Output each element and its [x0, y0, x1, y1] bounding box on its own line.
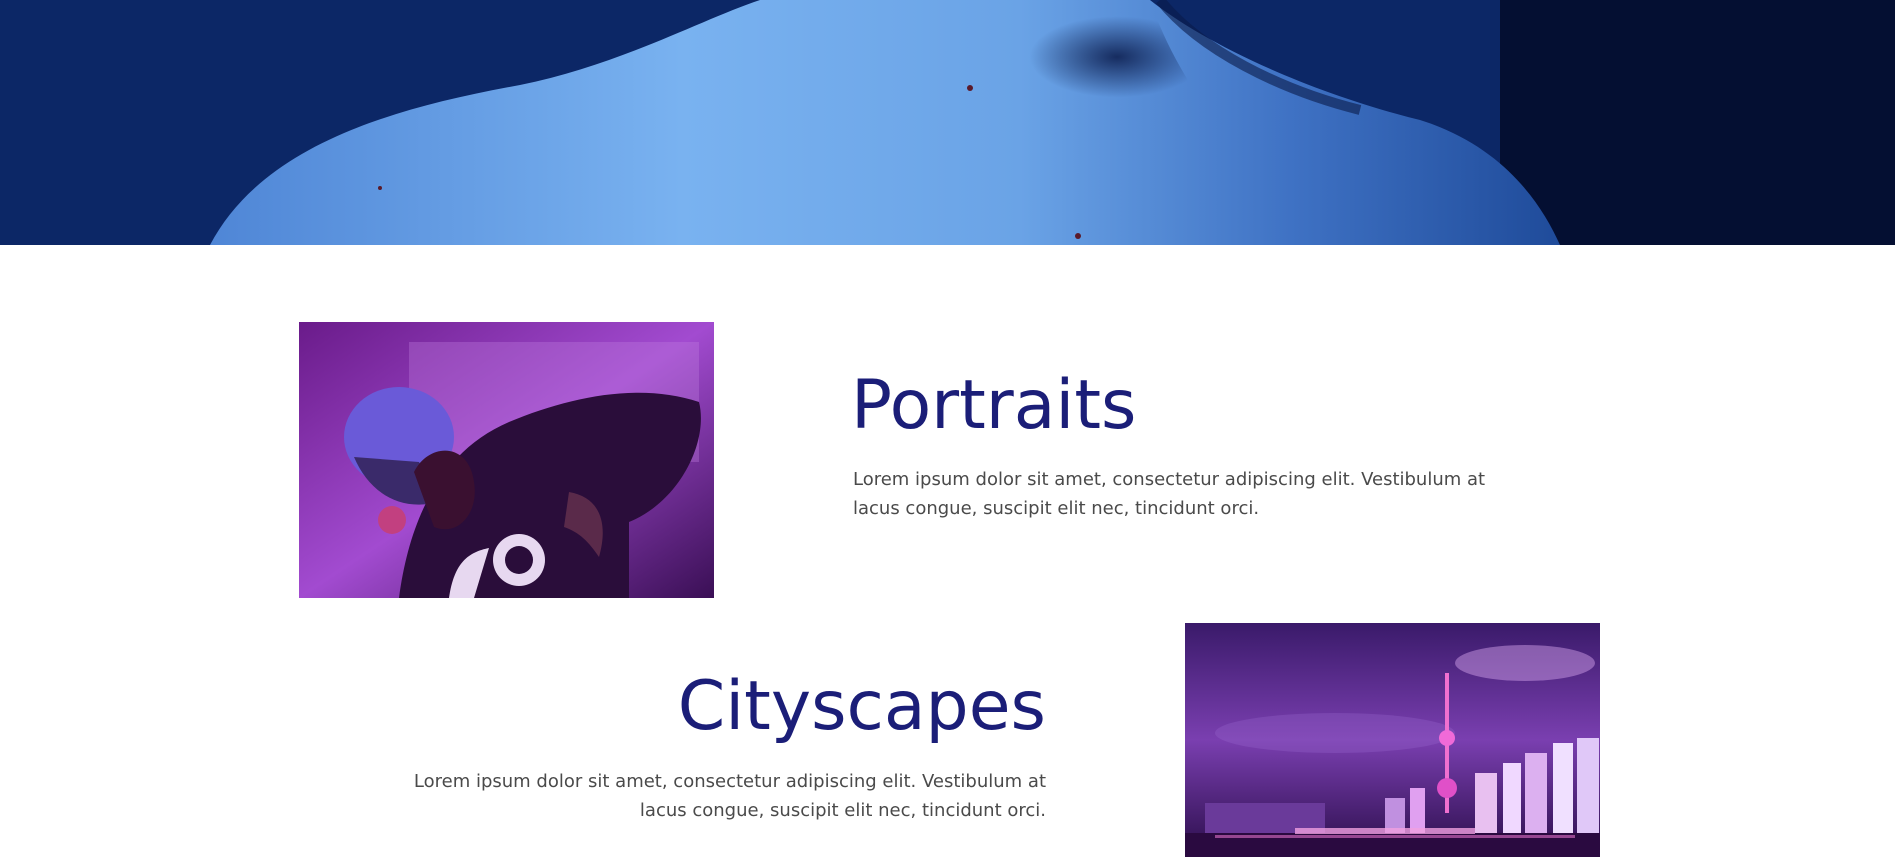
portraits-description: Lorem ipsum dolor sit amet, consectetur … — [853, 469, 1486, 519]
shoulders-photo-illustration — [0, 0, 1895, 245]
man-with-cap-illustration — [299, 322, 714, 598]
cityscapes-photo — [1185, 623, 1600, 857]
city-skyline-illustration — [1185, 623, 1600, 857]
portraits-title: Portraits — [851, 366, 1137, 445]
hero-image — [0, 0, 1895, 245]
cityscapes-title: Cityscapes — [677, 667, 1046, 746]
portraits-photo — [299, 322, 714, 598]
cityscapes-description: Lorem ipsum dolor sit amet, consectetur … — [413, 771, 1046, 821]
